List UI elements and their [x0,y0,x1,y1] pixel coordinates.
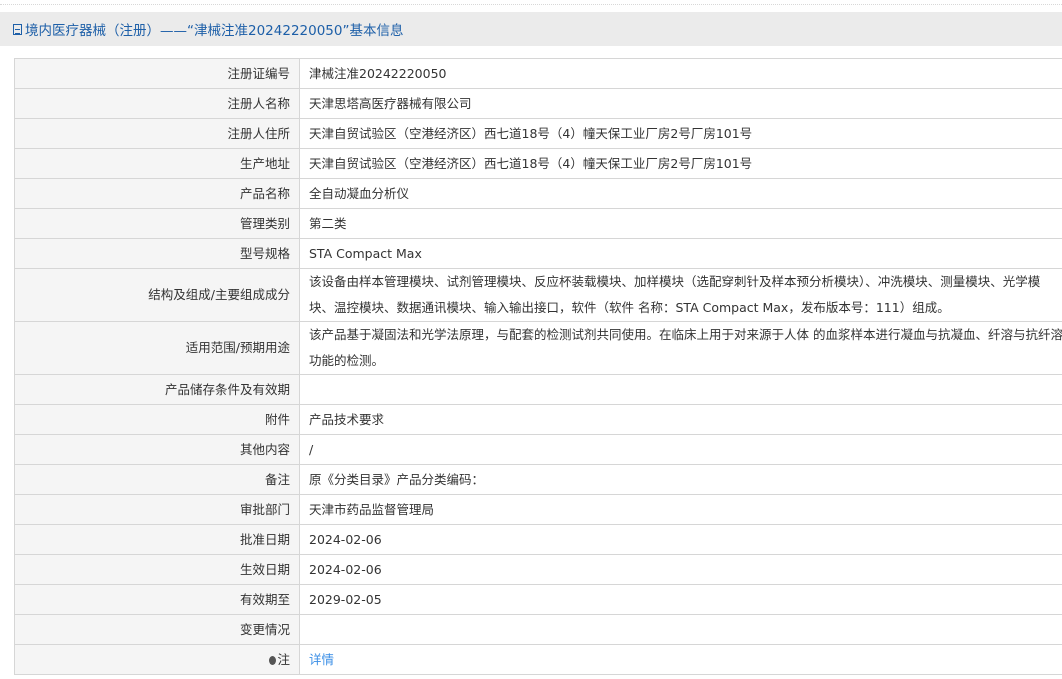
table-row: 管理类别 第二类 [14,208,1062,239]
table-row: 产品名称 全自动凝血分析仪 [14,178,1062,209]
row-label: 注册人名称 [14,88,300,119]
row-value: 津械注准20242220050 [299,58,1062,89]
row-value: 天津自贸试验区（空港经济区）西七道18号（4）幢天保工业厂房2号厂房101号 [299,118,1062,149]
row-label: 管理类别 [14,208,300,239]
table-row: 备注 原《分类目录》产品分类编码： [14,464,1062,495]
table-row: 生效日期 2024-02-06 [14,554,1062,585]
row-label: 附件 [14,404,300,435]
note-label: 注 [277,651,290,667]
table-row: 适用范围/预期用途 该产品基于凝固法和光学法原理，与配套的检测试剂共同使用。在临床… [14,321,1062,375]
row-value: 2024-02-06 [299,524,1062,555]
info-table: 注册证编号 津械注准20242220050 注册人名称 天津思塔高医疗器械有限公司 注册… [14,58,1062,675]
row-label: 适用范围/预期用途 [14,321,300,375]
row-label: 批准日期 [14,524,300,555]
table-row: 产品储存条件及有效期 [14,374,1062,405]
row-value [299,374,1062,405]
row-value [299,614,1062,645]
row-value: 天津自贸试验区（空港经济区）西七道18号（4）幢天保工业厂房2号厂房101号 [299,148,1062,179]
pin-icon [269,655,277,665]
row-label: 产品储存条件及有效期 [14,374,300,405]
table-row: 注册人名称 天津思塔高医疗器械有限公司 [14,88,1062,119]
row-value: STA Compact Max [299,238,1062,269]
row-value: 第二类 [299,208,1062,239]
row-value: 2029-02-05 [299,584,1062,615]
table-row: 变更情况 [14,614,1062,645]
table-row: 生产地址 天津自贸试验区（空港经济区）西七道18号（4）幢天保工业厂房2号厂房10… [14,148,1062,179]
row-value: 该设备由样本管理模块、试剂管理模块、反应杯装载模块、加样模块（选配穿刺针及样本预… [299,268,1062,322]
table-row: 审批部门 天津市药品监督管理局 [14,494,1062,525]
row-label: 备注 [14,464,300,495]
row-label: 其他内容 [14,434,300,465]
row-label: 型号规格 [14,238,300,269]
row-value: / [299,434,1062,465]
top-divider [0,4,1062,5]
row-label: 注册证编号 [14,58,300,89]
row-label: 生产地址 [14,148,300,179]
title-bar: 境内医疗器械（注册）——“津械注准20242220050”基本信息 [0,12,1062,46]
row-label: 结构及组成/主要组成成分 [14,268,300,322]
row-label: 注册人住所 [14,118,300,149]
table-row: 注册证编号 津械注准20242220050 [14,58,1062,89]
row-label: 注 [14,644,300,675]
table-row: 型号规格 STA Compact Max [14,238,1062,269]
table-row: 有效期至 2029-02-05 [14,584,1062,615]
row-label: 产品名称 [14,178,300,209]
document-icon [13,23,22,35]
row-label: 变更情况 [14,614,300,645]
row-value: 原《分类目录》产品分类编码： [299,464,1062,495]
table-row: 其他内容 / [14,434,1062,465]
table-row: 注册人住所 天津自贸试验区（空港经济区）西七道18号（4）幢天保工业厂房2号厂房1… [14,118,1062,149]
details-link[interactable]: 详情 [309,652,334,667]
row-label: 审批部门 [14,494,300,525]
row-value: 2024-02-06 [299,554,1062,585]
row-value: 产品技术要求 [299,404,1062,435]
page-title: 境内医疗器械（注册）——“津械注准20242220050”基本信息 [25,23,404,39]
table-row-note: 注 详情 [14,644,1062,675]
row-value: 天津市药品监督管理局 [299,494,1062,525]
row-value: 天津思塔高医疗器械有限公司 [299,88,1062,119]
table-row: 结构及组成/主要组成成分 该设备由样本管理模块、试剂管理模块、反应杯装载模块、加样… [14,268,1062,322]
row-label: 有效期至 [14,584,300,615]
row-label: 生效日期 [14,554,300,585]
table-row: 批准日期 2024-02-06 [14,524,1062,555]
row-value: 该产品基于凝固法和光学法原理，与配套的检测试剂共同使用。在临床上用于对来源于人体… [299,321,1062,375]
table-row: 附件 产品技术要求 [14,404,1062,435]
row-value: 全自动凝血分析仪 [299,178,1062,209]
